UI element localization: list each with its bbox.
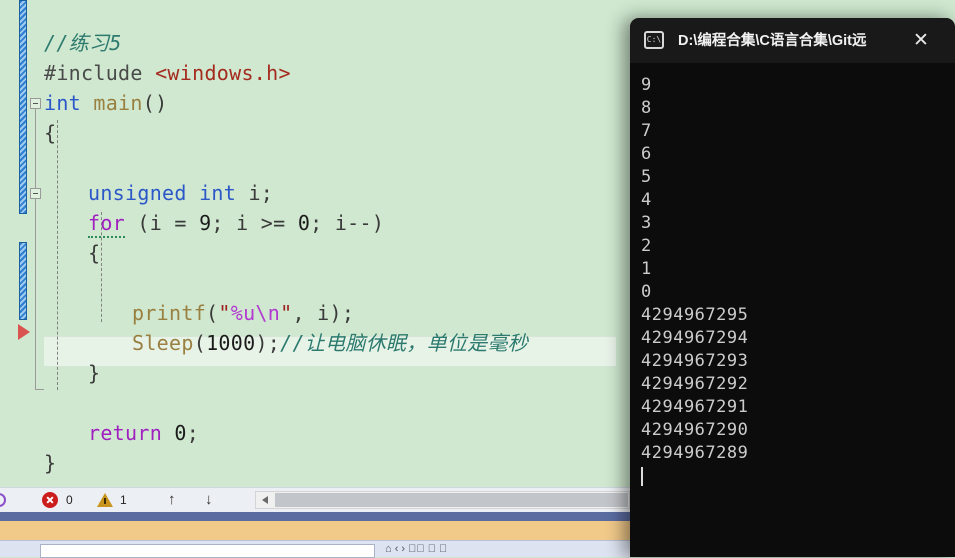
console-output-line: 3 <box>641 213 652 233</box>
prev-issue-icon[interactable]: ↑ <box>168 491 176 508</box>
code-token: //让电脑休眠，单位是毫秒 <box>280 331 529 355</box>
console-app-icon: C:\ <box>644 31 664 49</box>
code-token: (i = <box>125 211 200 235</box>
code-token: { <box>88 241 101 265</box>
code-token: } <box>44 451 57 475</box>
code-line: return 0; <box>88 418 199 448</box>
console-window[interactable]: C:\ D:\编程合集\C语言合集\Git远 ✕ 9 8 7 6 5 4 3 2 1 0 42949… <box>630 18 955 557</box>
editor-gutter[interactable] <box>0 0 44 487</box>
console-output-line: 0 <box>641 282 652 302</box>
console-output-line: 6 <box>641 144 652 164</box>
code-token: " <box>218 301 231 325</box>
scroll-left-arrow-icon[interactable] <box>256 492 274 508</box>
code-token: 0 <box>174 421 187 445</box>
console-output-line: 7 <box>641 121 652 141</box>
change-marker-bar <box>19 0 27 214</box>
code-line: for (i = 9; i >= 0; i--) <box>88 208 384 238</box>
code-token: { <box>44 121 57 145</box>
code-line: } <box>88 358 100 388</box>
console-output-line: 4294967292 <box>641 374 749 394</box>
console-output-line: 8 <box>641 98 652 118</box>
code-token: %u <box>230 301 256 325</box>
change-marker-bar <box>19 242 27 320</box>
code-token: , i); <box>292 301 355 325</box>
code-token: 9 <box>199 211 212 235</box>
fold-toggle-for[interactable] <box>30 188 41 199</box>
code-token: } <box>88 361 101 385</box>
console-output[interactable]: 9 8 7 6 5 4 3 2 1 0 4294967295 4294967294 4294967293… <box>630 63 955 557</box>
console-output-line: 5 <box>641 167 652 187</box>
warning-count: 1 <box>120 493 127 507</box>
code-line: { <box>88 238 100 268</box>
console-output-line: 9 <box>641 75 652 95</box>
fold-range-foot <box>35 389 44 390</box>
code-line: #include <windows.h> <box>44 58 291 88</box>
bottom-panel-tool-icons[interactable]: ⌂ ‹ › ✕⃒ ＋ ⌾ <box>385 543 447 558</box>
console-output-line: 4 <box>641 190 652 210</box>
close-icon[interactable]: ✕ <box>909 29 933 53</box>
console-output-line: 4294967290 <box>641 420 749 440</box>
code-token: int <box>44 91 94 115</box>
code-token: ( <box>206 301 219 325</box>
code-token: \n <box>255 301 281 325</box>
console-output-line: 4294967291 <box>641 397 749 417</box>
fold-toggle-main[interactable] <box>30 98 41 109</box>
code-line: //练习5 <box>44 28 122 58</box>
code-token: i; <box>248 181 274 205</box>
console-output-line: 4294967294 <box>641 328 749 348</box>
code-token: Sleep <box>132 331 194 355</box>
code-text[interactable]: //练习5 #include <windows.h> int main(){unsi… <box>44 0 634 487</box>
code-line: Sleep(1000);//让电脑休眠，单位是毫秒 <box>132 328 528 358</box>
execution-pointer-icon <box>18 324 30 340</box>
code-token: () <box>142 91 168 115</box>
code-token: ; i--) <box>310 211 385 235</box>
console-caret <box>641 467 643 486</box>
code-token: return <box>88 421 175 445</box>
warning-triangle-icon <box>97 493 113 507</box>
code-token: ; i >= <box>211 211 298 235</box>
code-line: { <box>44 118 56 148</box>
next-issue-icon[interactable]: ↓ <box>205 491 213 508</box>
code-token: #include <box>44 61 156 85</box>
code-token: <windows.h> <box>155 61 291 85</box>
code-token: 0 <box>297 211 311 235</box>
code-token: ); <box>255 331 281 355</box>
code-token: //练习5 <box>44 31 122 55</box>
fold-range-line <box>35 109 36 389</box>
code-token: for <box>88 211 126 238</box>
code-token: ; <box>186 421 200 445</box>
code-token: unsigned int <box>88 181 249 205</box>
console-output-line: 4294967295 <box>641 305 749 325</box>
code-line: unsigned int i; <box>88 178 273 208</box>
error-count: 0 <box>66 493 73 507</box>
code-token: " <box>280 301 293 325</box>
code-token: ( <box>193 331 207 355</box>
horizontal-scrollbar[interactable] <box>255 491 630 509</box>
console-output-line: 4294967289 <box>641 443 749 463</box>
code-token: 1000 <box>206 331 256 355</box>
code-token: main <box>93 91 143 115</box>
error-circle-icon <box>42 492 58 508</box>
console-output-line: 4294967293 <box>641 351 749 371</box>
code-line: int main() <box>44 88 167 118</box>
console-title: D:\编程合集\C语言合集\Git远 <box>678 33 867 49</box>
console-title-bar[interactable]: C:\ D:\编程合集\C语言合集\Git远 ✕ <box>630 18 955 63</box>
progress-circle-icon <box>0 493 6 507</box>
bottom-panel-input[interactable] <box>40 544 375 558</box>
console-output-line: 1 <box>641 259 652 279</box>
scrollbar-thumb[interactable] <box>275 493 628 507</box>
console-output-line: 2 <box>641 236 652 256</box>
code-line: } <box>44 448 56 478</box>
code-line: printf("%u\n", i); <box>132 298 354 328</box>
code-token: printf <box>132 301 207 325</box>
